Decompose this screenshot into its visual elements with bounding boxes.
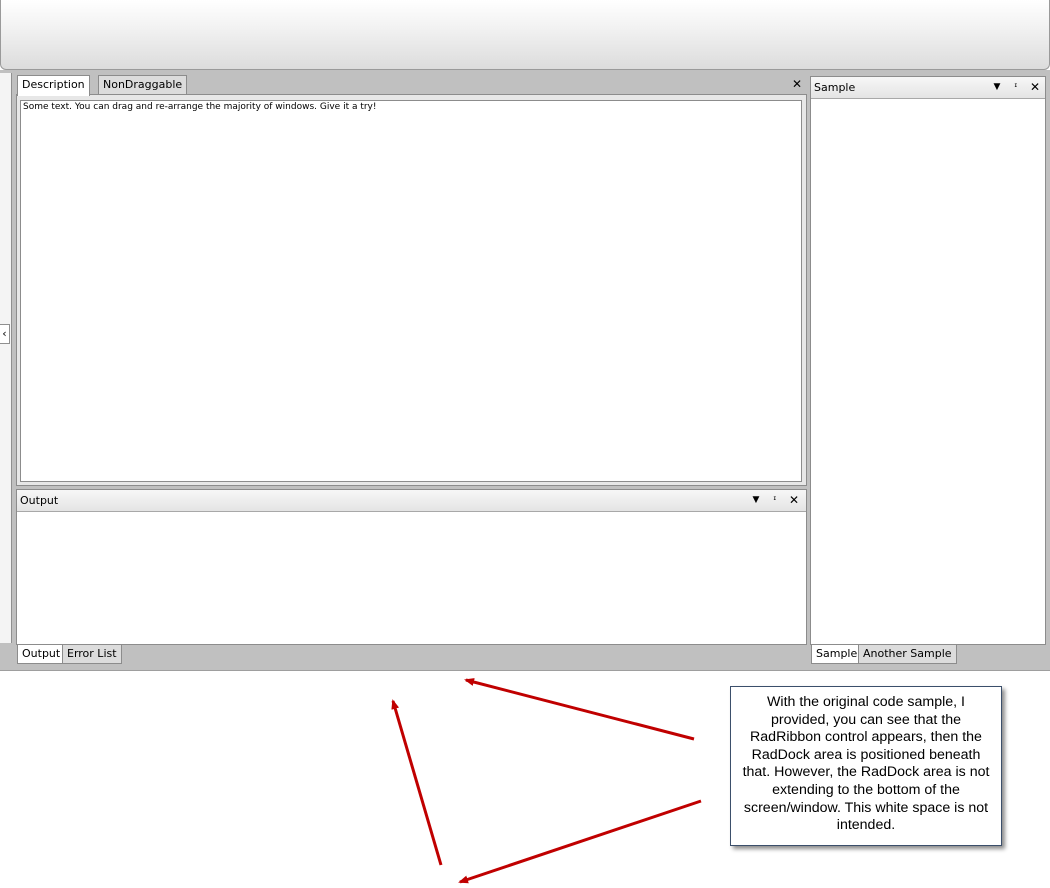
tab-error-list[interactable]: Error List <box>62 645 122 664</box>
ribbon-bar <box>0 0 1050 70</box>
description-textbox[interactable]: Some text. You can drag and re-arrange t… <box>20 100 802 482</box>
tab-nondraggable[interactable]: NonDraggable <box>98 75 188 94</box>
close-icon[interactable]: ✕ <box>790 77 804 92</box>
chevron-left-icon[interactable]: ‹ <box>0 324 10 344</box>
sample-content[interactable] <box>811 99 1045 644</box>
arrow-to-gap-left <box>391 699 443 866</box>
left-autohide-strip <box>0 73 12 643</box>
document-pane: Description NonDraggable ✕ Some text. Yo… <box>16 74 807 486</box>
output-pane-header[interactable]: Output <box>17 490 806 512</box>
close-icon[interactable]: ✕ <box>1028 80 1042 95</box>
tab-output[interactable]: Output <box>17 645 66 664</box>
tab-description[interactable]: Description <box>17 75 90 96</box>
raddock-area: ‹ Description NonDraggable ✕ Some text. … <box>0 70 1050 671</box>
pin-icon[interactable]: ᶦ <box>768 493 782 508</box>
pin-icon[interactable]: ᶦ <box>1009 80 1023 95</box>
arrow-to-bottom <box>458 799 702 884</box>
close-icon[interactable]: ✕ <box>787 493 801 508</box>
tab-another-sample[interactable]: Another Sample <box>858 645 957 664</box>
tab-sample[interactable]: Sample <box>811 645 863 664</box>
arrow-to-gap-center <box>464 678 695 741</box>
dropdown-icon[interactable]: ▼ <box>749 493 763 508</box>
output-content[interactable] <box>17 512 806 644</box>
dropdown-icon[interactable]: ▼ <box>990 80 1004 95</box>
output-pane-title: Output <box>20 494 59 507</box>
output-pane: Output ▼ ᶦ ✕ <box>16 489 807 645</box>
sample-pane: Sample ▼ ᶦ ✕ <box>810 76 1046 645</box>
sample-pane-title: Sample <box>814 81 856 94</box>
annotation-callout: With the original code sample, I provide… <box>730 686 1002 846</box>
